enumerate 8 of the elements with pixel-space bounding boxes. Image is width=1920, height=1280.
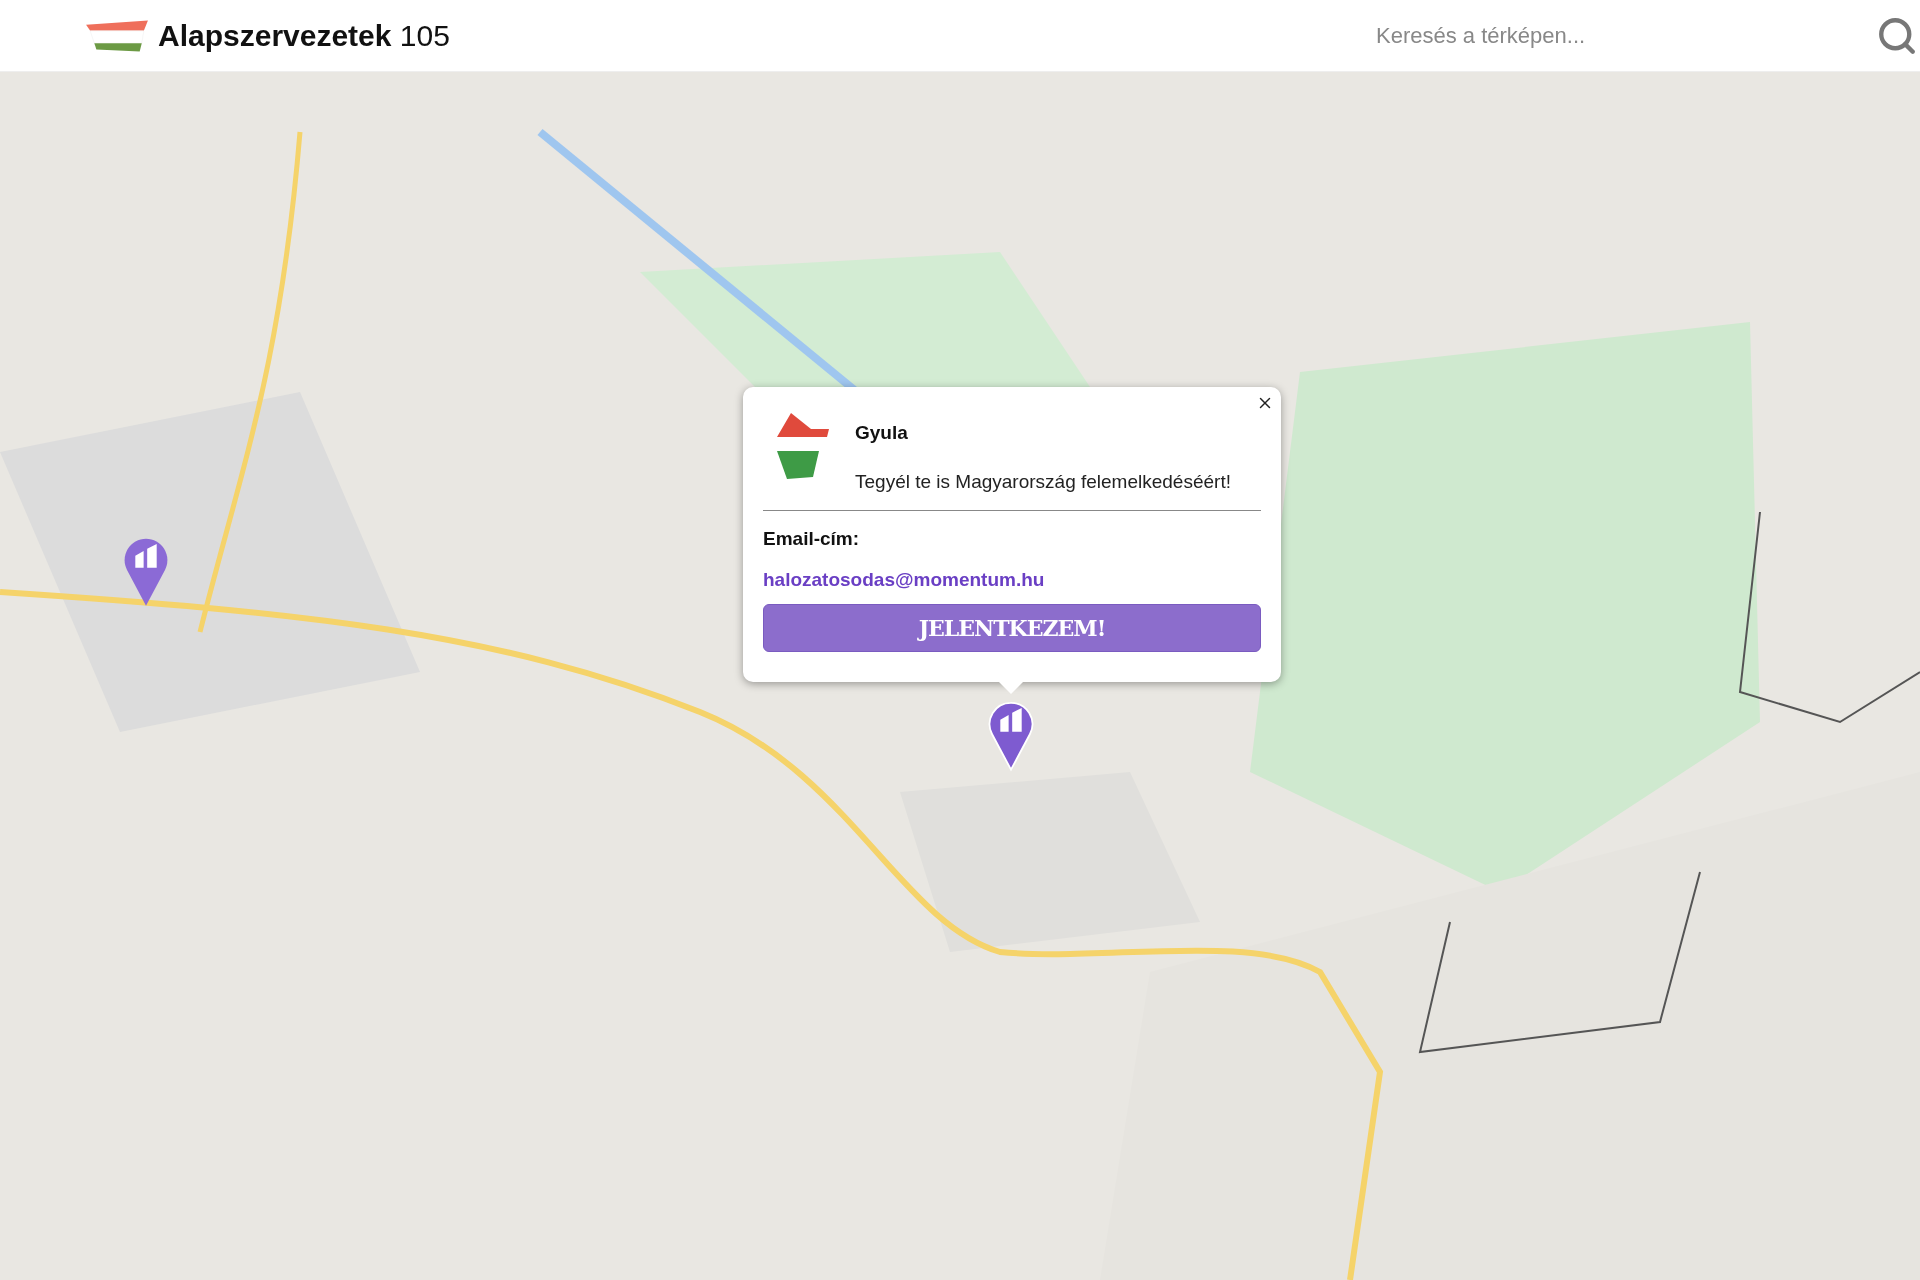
search-field[interactable]: Keresés a térképen... (1376, 13, 1876, 58)
slogan-text: Tegyél te is Magyarország felemelkedéséért! (855, 469, 1231, 494)
page-title: Alapszervezetek (158, 19, 392, 52)
email-label: Email-cím: (763, 527, 860, 551)
count-text: 105 (399, 19, 450, 52)
popup-title: Gyula (855, 421, 909, 445)
email-link[interactable]: halozatosodas@momentum.hu (763, 565, 1045, 594)
signup-button[interactable]: JELENTKEZEM! (763, 604, 1261, 652)
